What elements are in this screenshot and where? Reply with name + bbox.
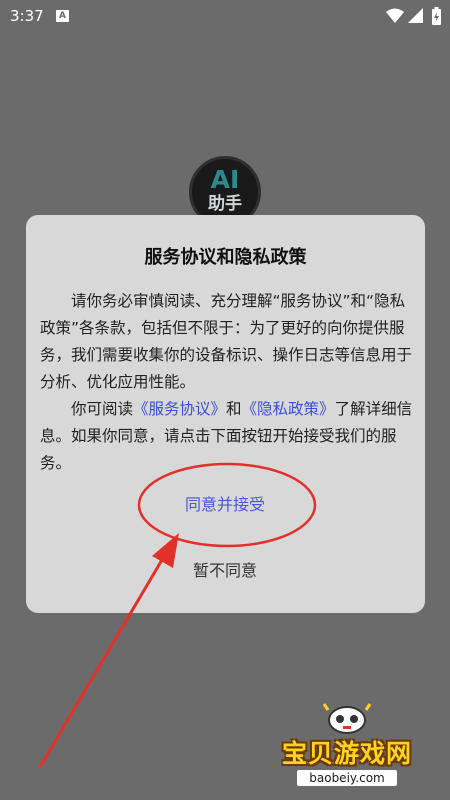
privacy-policy-link[interactable]: 《隐私政策》 xyxy=(242,400,335,418)
dialog-title: 服务协议和隐私政策 xyxy=(144,247,307,268)
paragraph-2-prefix: 你可阅读 xyxy=(71,400,134,418)
app-logo-ai: AI xyxy=(210,165,240,194)
watermark-brand: 宝贝游戏网 xyxy=(281,739,412,768)
status-time: 3:37 xyxy=(10,7,44,25)
service-agreement-link[interactable]: 《服务协议》 xyxy=(133,400,226,418)
gamepad-logo-icon xyxy=(322,703,372,734)
paragraph-2-and: 和 xyxy=(226,400,242,418)
agreement-dialog: 服务协议和隐私政策 请你务必审慎阅读、充分理解“服务协议”和“隐私政策”各条款，… xyxy=(26,215,425,613)
dialog-paragraph-2: 你可阅读《服务协议》和《隐私政策》了解详细信息。如果你同意，请点击下面按钮开始接… xyxy=(40,396,415,477)
notification-a-icon: A xyxy=(56,10,69,22)
app-logo-name: 助手 xyxy=(208,194,242,214)
wifi-icon xyxy=(386,8,404,28)
dialog-paragraph-1: 请你务必审慎阅读、充分理解“服务协议”和“隐私政策”各条款，包括但不限于：为了更… xyxy=(40,292,413,391)
dialog-body: 请你务必审慎阅读、充分理解“服务协议”和“隐私政策”各条款，包括但不限于：为了更… xyxy=(40,288,415,477)
battery-icon xyxy=(432,7,441,29)
disagree-button[interactable]: 暂不同意 xyxy=(150,556,300,586)
watermark: 宝贝游戏网 baobeiy.com xyxy=(272,700,422,792)
agree-button[interactable]: 同意并接受 xyxy=(139,490,311,520)
status-bar: 3:37 A xyxy=(0,0,450,32)
watermark-url: baobeiy.com xyxy=(297,770,397,786)
signal-icon xyxy=(408,8,424,28)
